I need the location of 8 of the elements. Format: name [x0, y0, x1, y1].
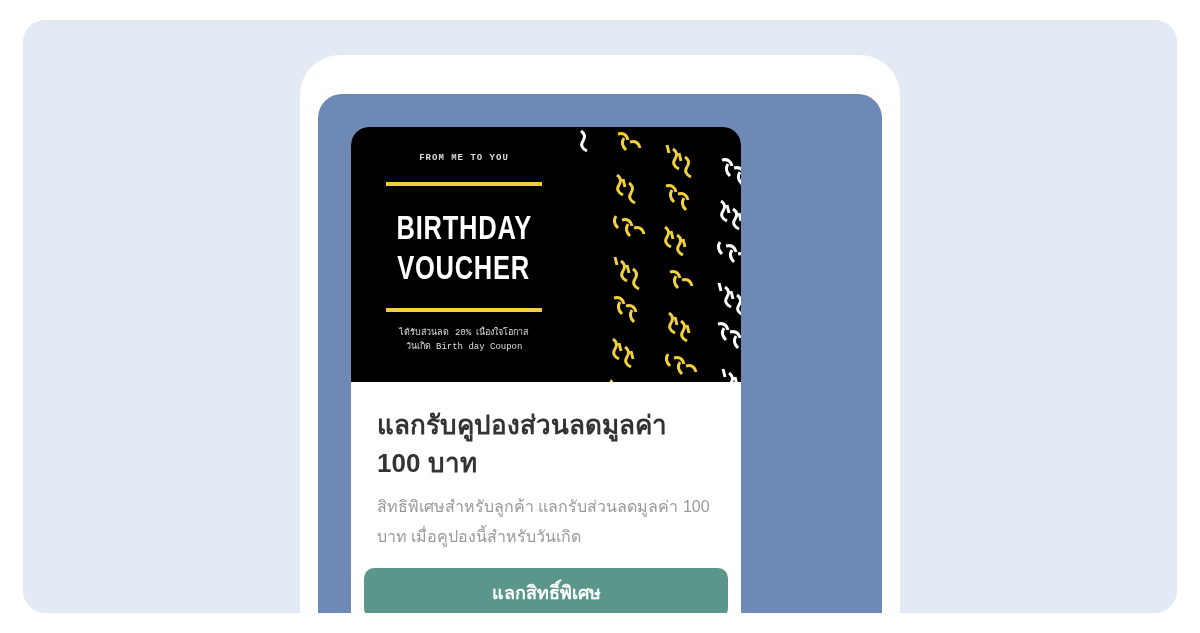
- offer-description: สิทธิพิเศษสำหรับลูกค้า แลกรับส่วนลดมูลค่า 100 บาท เมื่อคูปองนี้สำหรับวันเกิด: [376, 497, 711, 549]
- redeem-button[interactable]: แลกสิทธิ์พิเศษ: [364, 568, 728, 613]
- voucher-eyebrow: FROM ME TO YOU: [419, 152, 509, 165]
- voucher-caption: วันเกิด Birth day Coupon: [405, 340, 523, 354]
- voucher-title: VOUCHER: [397, 247, 531, 286]
- voucher-title: BIRTHDAY: [396, 207, 532, 246]
- voucher-caption: ได้รับส่วนลด 20% เนื่องใจโอกาส: [399, 325, 529, 340]
- offer-title: แลกรับคูปองส่วนลดมูลค่า 100 บาท: [376, 409, 668, 480]
